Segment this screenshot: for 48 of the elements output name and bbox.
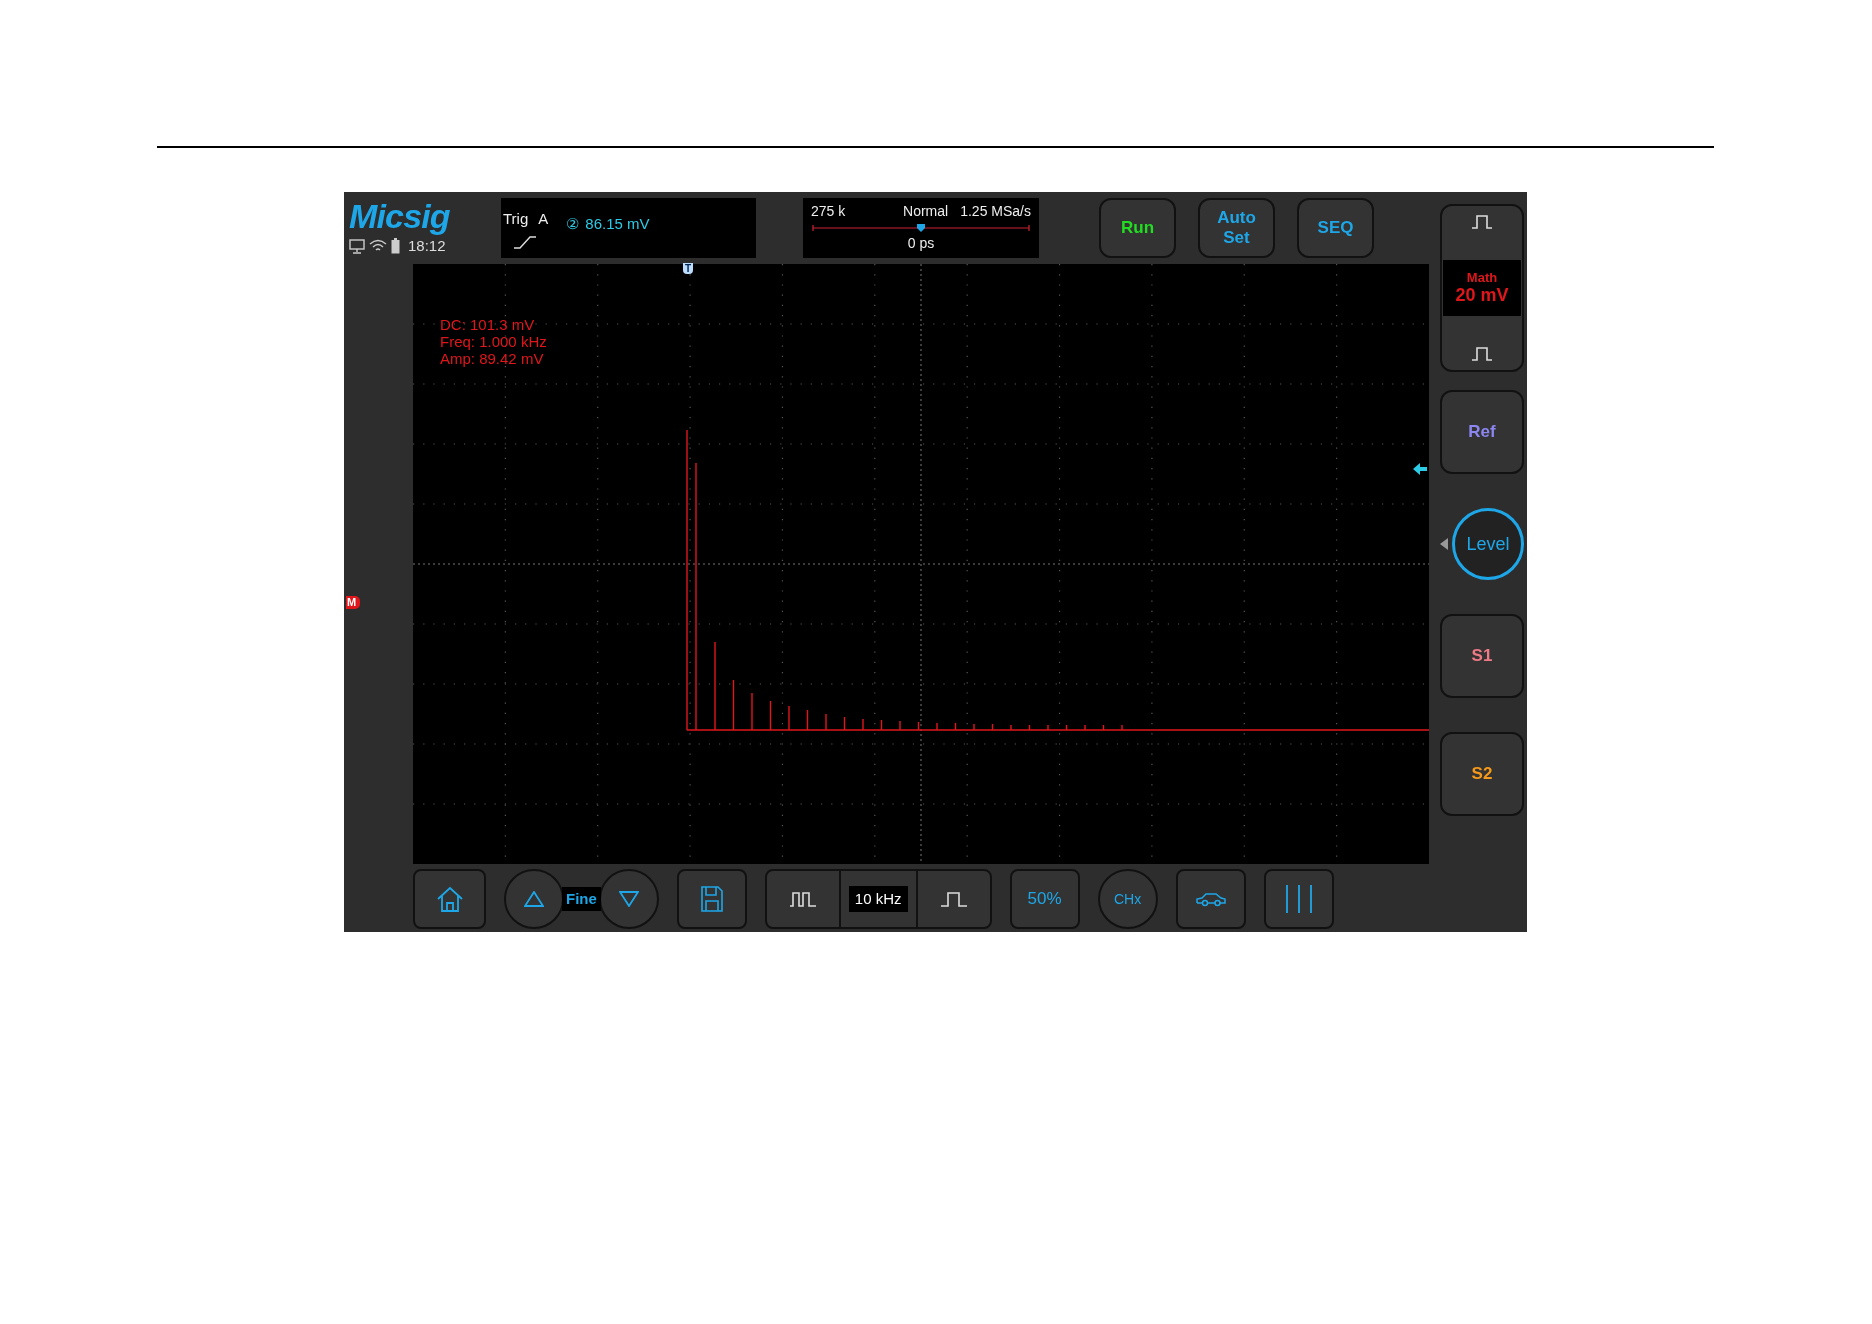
pointer-icon <box>1440 538 1448 550</box>
trigger-label: Trig <box>503 209 529 229</box>
seq-button[interactable]: SEQ <box>1297 198 1374 258</box>
up-button[interactable] <box>504 869 564 929</box>
source-button[interactable]: S2 <box>1440 732 1524 816</box>
home-button[interactable] <box>413 869 486 929</box>
monitor-icon <box>349 238 365 254</box>
scale-down-icon <box>1471 346 1493 362</box>
vertical-lines-icon <box>1283 885 1314 913</box>
time-offset: 0 ps <box>907 234 935 253</box>
source-button[interactable]: S1 <box>1440 614 1524 698</box>
up-triangle-icon <box>524 891 544 907</box>
measurement-reading: Amp: 89.42 mV <box>440 350 545 367</box>
home-icon <box>435 886 464 912</box>
math-marker: M <box>346 596 361 609</box>
channel-button[interactable]: CHx <box>1097 869 1158 929</box>
wifi-icon <box>369 239 387 253</box>
auto-set-button[interactable]: Auto Set <box>1198 198 1275 258</box>
run-button[interactable]: Run <box>1099 198 1176 258</box>
fifty-percent-button[interactable]: 50% <box>1009 869 1080 929</box>
trigger-source: A <box>538 209 549 229</box>
save-button[interactable] <box>676 869 747 929</box>
cursor-button[interactable] <box>1263 869 1334 929</box>
car-button[interactable] <box>1175 869 1246 929</box>
battery-icon <box>391 238 400 254</box>
ref-button[interactable]: Ref <box>1440 390 1524 474</box>
frequency-value: 10 kHz <box>848 885 908 913</box>
square-wave-icon <box>788 891 817 907</box>
logo: Micsig <box>349 198 451 233</box>
sample-rate: 1.25 MSa/s <box>960 202 1031 221</box>
math-scale: 20 mV <box>1455 285 1509 305</box>
trigger-level: 86.15 mV <box>585 214 650 234</box>
trigger-position-marker: T <box>683 263 694 274</box>
level-knob[interactable]: Level <box>1452 508 1524 580</box>
level-arrow-icon <box>1413 463 1427 475</box>
memory-depth: 275 k <box>811 202 846 221</box>
measurement-reading: DC: 101.3 mV <box>440 316 536 333</box>
math-label: Math <box>1466 271 1498 285</box>
pulse-icon <box>939 891 968 907</box>
scale-up-icon <box>1471 214 1493 230</box>
step-mode[interactable]: Fine <box>562 886 601 912</box>
down-triangle-icon <box>618 891 639 907</box>
clock-time: 18:12 <box>408 235 446 256</box>
rising-edge-icon <box>513 234 537 249</box>
channel-number: ② <box>566 214 580 234</box>
acquire-mode: Normal <box>903 202 949 221</box>
measurement-reading: Freq: 1.000 kHz <box>440 333 547 350</box>
car-icon <box>1194 891 1227 907</box>
